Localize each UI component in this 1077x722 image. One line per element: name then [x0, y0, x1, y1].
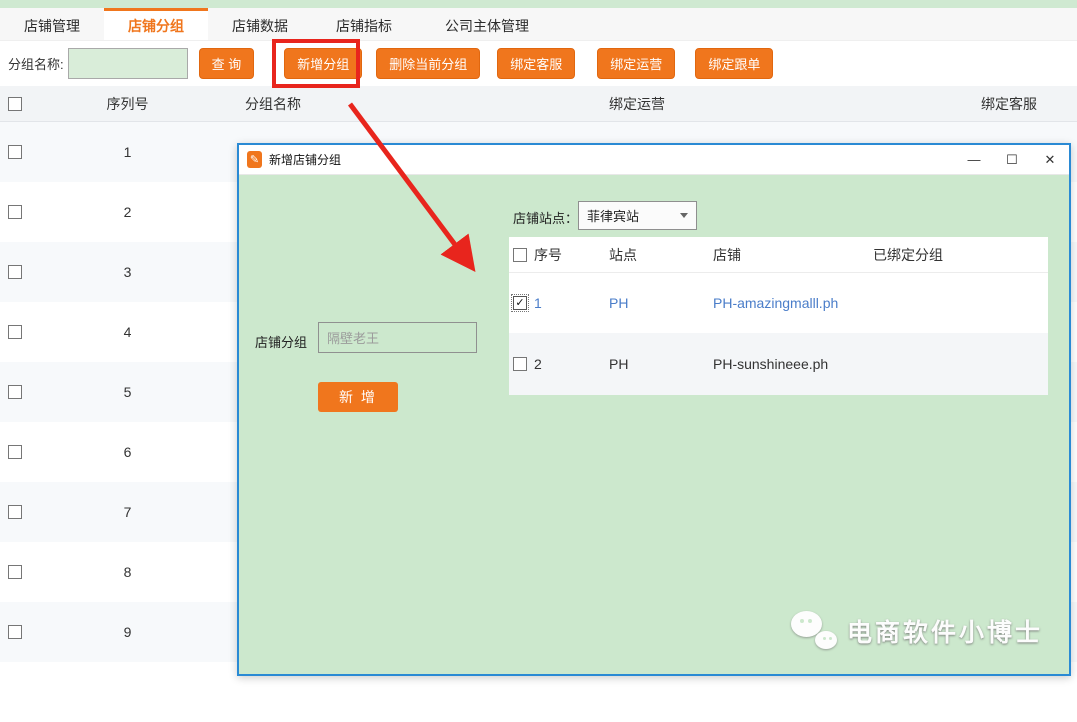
query-button[interactable]: 查 询 — [198, 48, 255, 79]
watermark-text: 电商软件小博士 — [847, 619, 1044, 647]
add-button[interactable]: 新 增 — [318, 382, 398, 412]
shop-row-name: PH-sunshineee.ph — [713, 356, 829, 372]
shop-header-shop: 店铺 — [713, 246, 741, 263]
row-checkbox[interactable] — [8, 505, 22, 519]
shop-row-checkbox[interactable] — [513, 357, 527, 371]
close-icon[interactable]: ✕ — [1031, 145, 1069, 174]
annotation-highlight-box — [272, 39, 360, 88]
top-green-strip — [0, 0, 1077, 8]
wechat-icon — [791, 611, 839, 651]
shop-header-site: 站点 — [609, 246, 637, 263]
row-serial: 3 — [123, 264, 132, 280]
dialog-body: 店铺站点： 菲律宾站 序号 站点 店铺 已绑定分组 ✓ 1 PH PH-amaz… — [239, 175, 1069, 674]
bind-service-button[interactable]: 绑定客服 — [497, 48, 576, 79]
row-checkbox[interactable] — [8, 625, 22, 639]
row-checkbox[interactable] — [8, 205, 22, 219]
tab-company-entity[interactable]: 公司主体管理 — [416, 8, 558, 40]
tab-shop-data[interactable]: 店铺数据 — [208, 8, 312, 40]
header-serial: 序列号 — [106, 95, 149, 112]
edit-icon — [247, 151, 262, 168]
header-bind-service: 绑定客服 — [981, 95, 1037, 112]
window-controls: — ☐ ✕ — [955, 145, 1069, 174]
shop-select-all-checkbox[interactable] — [513, 247, 527, 262]
row-checkbox[interactable] — [8, 145, 22, 159]
select-all-checkbox[interactable] — [8, 96, 22, 111]
row-checkbox[interactable] — [8, 565, 22, 579]
header-group-name: 分组名称 — [245, 95, 301, 112]
row-serial: 1 — [123, 144, 132, 160]
row-serial: 8 — [123, 564, 132, 580]
table-header: 序列号 分组名称 绑定运营 绑定客服 — [0, 86, 1077, 122]
row-checkbox[interactable] — [8, 385, 22, 399]
minimize-icon[interactable]: — — [955, 145, 993, 174]
shop-row-site: PH — [609, 356, 629, 372]
shop-row-no: 2 — [534, 356, 542, 372]
tab-bar: 店铺管理 店铺分组 店铺数据 店铺指标 公司主体管理 — [0, 8, 1077, 41]
shop-table-row: 2 PH PH-sunshineee.ph — [509, 333, 1048, 395]
row-serial: 7 — [123, 504, 132, 520]
chevron-down-icon — [680, 213, 688, 218]
shop-table: 序号 站点 店铺 已绑定分组 ✓ 1 PH PH-amazingmalll.ph… — [509, 237, 1048, 395]
bind-follow-button[interactable]: 绑定跟单 — [695, 48, 774, 79]
row-checkbox[interactable] — [8, 445, 22, 459]
dialog-title: 新增店铺分组 — [269, 153, 342, 167]
tab-shop-grouping[interactable]: 店铺分组 — [104, 8, 208, 40]
row-serial: 6 — [123, 444, 132, 460]
shop-table-header: 序号 站点 店铺 已绑定分组 — [509, 237, 1048, 273]
row-checkbox[interactable] — [8, 325, 22, 339]
bind-operation-button[interactable]: 绑定运营 — [597, 48, 676, 79]
row-serial: 2 — [123, 204, 132, 220]
group-name-label: 分组名称: — [8, 57, 64, 72]
shop-header-bound-group: 已绑定分组 — [873, 246, 943, 263]
group-name-field[interactable] — [318, 322, 477, 353]
shop-row-site: PH — [609, 295, 629, 311]
row-serial: 9 — [123, 624, 132, 640]
group-name-input[interactable] — [67, 48, 188, 79]
shop-row-no: 1 — [534, 295, 542, 311]
site-label: 店铺站点： — [513, 211, 579, 226]
header-bind-operation: 绑定运营 — [609, 95, 665, 112]
tab-shop-management[interactable]: 店铺管理 — [0, 8, 104, 40]
toolbar: 分组名称: 查 询 新增分组 删除当前分组 绑定客服 绑定运营 绑定跟单 — [0, 41, 1077, 86]
site-dropdown[interactable]: 菲律宾站 — [578, 201, 697, 230]
maximize-icon[interactable]: ☐ — [993, 145, 1031, 174]
shop-header-no: 序号 — [534, 246, 562, 263]
shop-row-name: PH-amazingmalll.ph — [713, 295, 839, 311]
shop-row-checkbox-checked[interactable]: ✓ — [511, 294, 529, 312]
shop-table-row: ✓ 1 PH PH-amazingmalll.ph — [509, 273, 1048, 333]
watermark: 电商软件小博士 — [791, 611, 1043, 651]
group-label: 店铺分组 — [255, 335, 308, 350]
row-checkbox[interactable] — [8, 265, 22, 279]
add-group-dialog: 新增店铺分组 — ☐ ✕ 店铺站点： 菲律宾站 序号 站点 店铺 已绑定分组 — [237, 143, 1071, 676]
delete-group-button[interactable]: 删除当前分组 — [376, 48, 481, 79]
tab-shop-metrics[interactable]: 店铺指标 — [312, 8, 416, 40]
site-dropdown-value: 菲律宾站 — [587, 209, 640, 224]
row-serial: 5 — [123, 384, 132, 400]
dialog-titlebar[interactable]: 新增店铺分组 — ☐ ✕ — [239, 145, 1069, 175]
row-serial: 4 — [123, 324, 132, 340]
